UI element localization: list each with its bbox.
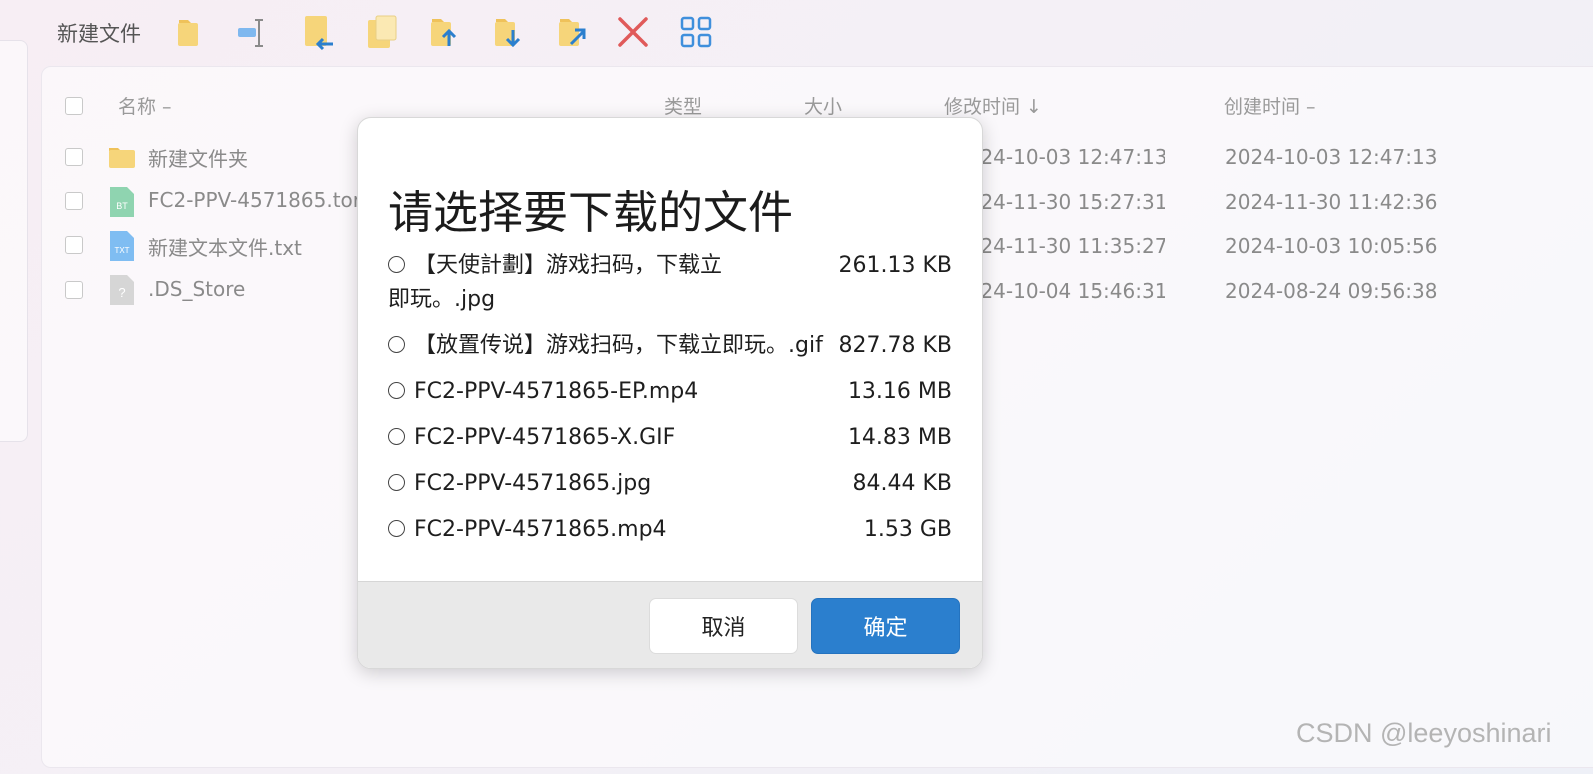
svg-text:?: ? [118,285,125,300]
file-modified: 2024-11-30 15:27:31 [955,190,1165,214]
option-file-size: 84.44 KB [852,471,953,496]
file-created: 2024-08-24 09:56:38 [1225,279,1438,303]
delete-icon[interactable] [613,12,653,52]
copy-icon[interactable] [363,12,403,52]
file-modified: 2024-10-03 12:47:13 [955,145,1165,169]
option-file-name: FC2-PPV-4571865.mp4 [414,517,667,542]
column-header-created[interactable]: 创建时间 – [1224,92,1316,119]
column-header-size[interactable]: 大小 [804,92,842,119]
file-name[interactable]: 新建文件夹 [148,143,248,172]
side-panel-edge [0,40,28,442]
file-name[interactable]: .DS_Store [148,277,245,301]
column-header-modified[interactable]: 修改时间 ↓ [944,92,1042,119]
radio-button[interactable] [388,336,405,353]
watermark: CSDN @leeyoshinari [1296,718,1552,748]
upload-icon[interactable] [427,12,467,52]
option-file-name: FC2-PPV-4571865.jpg [414,471,652,496]
move-left-icon[interactable] [299,12,339,52]
file-name[interactable]: 新建文本文件.txt [148,232,302,261]
file-modified: 2024-10-04 15:46:31 [955,279,1165,303]
dialog-footer: 取消 确定 [358,581,982,668]
cancel-button[interactable]: 取消 [649,598,798,654]
bt-file-icon: BT [108,186,136,218]
current-folder-title: 新建文件 [57,22,141,46]
dialog-title: 请选择要下载的文件 [388,186,794,239]
svg-text:BT: BT [116,201,128,211]
option-file-name: 【天使計劃】游戏扫码，下载立即玩。.jpg [388,253,723,312]
file-option[interactable]: 【放置传说】游戏扫码，下载立即玩。.gif 827.78 KB [388,329,952,363]
file-option[interactable]: FC2-PPV-4571865-EP.mp4 13.16 MB [388,375,952,409]
download-icon[interactable] [491,12,531,52]
file-option[interactable]: FC2-PPV-4571865.jpg 84.44 KB [388,467,952,501]
radio-button[interactable] [388,382,405,399]
new-folder-icon[interactable] [170,12,210,52]
radio-button[interactable] [388,474,405,491]
unknown-file-icon: ? [108,274,136,306]
file-created: 2024-10-03 12:47:13 [1225,145,1438,169]
toolbar: 新建文件 [0,0,1593,66]
option-file-size: 1.53 GB [863,517,952,542]
share-icon[interactable] [555,12,595,52]
folder-icon [108,140,136,172]
option-file-size: 261.13 KB [838,253,953,278]
row-checkbox[interactable] [65,281,83,299]
txt-file-icon: TXT [108,230,136,262]
row-checkbox[interactable] [65,148,83,166]
download-select-dialog: 请选择要下载的文件 【天使計劃】游戏扫码，下载立即玩。.jpg 261.13 K… [357,117,983,669]
file-created: 2024-11-30 11:42:36 [1225,190,1438,214]
file-modified: 2024-11-30 11:35:27 [955,234,1165,258]
radio-button[interactable] [388,520,405,537]
svg-text:TXT: TXT [114,246,129,255]
option-file-size: 14.83 MB [847,425,952,450]
file-created: 2024-10-03 10:05:56 [1225,234,1438,258]
select-all-checkbox[interactable] [65,97,83,115]
file-option[interactable]: FC2-PPV-4571865-X.GIF 14.83 MB [388,421,952,455]
grid-view-icon[interactable] [676,12,716,52]
rename-icon[interactable] [234,12,274,52]
column-header-type[interactable]: 类型 [664,92,702,119]
option-file-size: 13.16 MB [847,379,952,404]
option-file-name: 【放置传说】游戏扫码，下载立即玩。.gif [414,333,823,358]
radio-button[interactable] [388,428,405,445]
row-checkbox[interactable] [65,192,83,210]
file-name[interactable]: FC2-PPV-4571865.torrent [148,188,358,212]
file-option[interactable]: FC2-PPV-4571865.mp4 1.53 GB [388,513,952,547]
file-option[interactable]: 【天使計劃】游戏扫码，下载立即玩。.jpg 261.13 KB [388,249,952,317]
column-header-name[interactable]: 名称 – [118,92,172,119]
option-file-name: FC2-PPV-4571865-X.GIF [414,425,676,450]
row-checkbox[interactable] [65,236,83,254]
option-file-name: FC2-PPV-4571865-EP.mp4 [414,379,699,404]
confirm-button[interactable]: 确定 [811,598,960,654]
option-file-size: 827.78 KB [832,329,952,363]
